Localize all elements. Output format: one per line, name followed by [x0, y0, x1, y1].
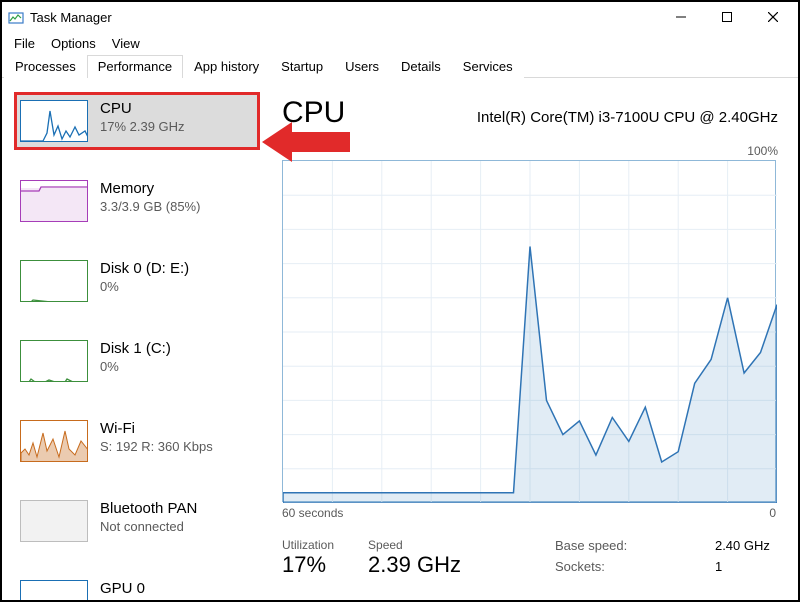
sidebar-item-sub: Intel(R) HD Graphics 620 — [100, 599, 246, 600]
sidebar-item-gpu0[interactable]: GPU 0 Intel(R) HD Graphics 620 — [16, 574, 258, 600]
gpu-thumb-icon — [20, 580, 88, 600]
stat-speed-value: 2.39 GHz — [368, 552, 461, 578]
main-panel: CPU Intel(R) Core(TM) i3-7100U CPU @ 2.4… — [262, 78, 798, 600]
sidebar-item-sub: 17% 2.39 GHz — [100, 119, 185, 134]
sidebar-item-sub: Not connected — [100, 519, 197, 534]
menu-file[interactable]: File — [6, 34, 43, 53]
sidebar-item-label: Disk 0 (D: E:) — [100, 260, 189, 277]
disk-thumb-icon — [20, 260, 88, 302]
sidebar-item-sub: 0% — [100, 279, 189, 294]
wifi-thumb-icon — [20, 420, 88, 462]
sidebar: CPU 17% 2.39 GHz Memory 3.3/3.9 GB (85%) — [2, 78, 262, 600]
bluetooth-thumb-icon — [20, 500, 88, 542]
sidebar-item-disk0[interactable]: Disk 0 (D: E:) 0% — [16, 254, 258, 308]
window-title: Task Manager — [30, 10, 112, 25]
task-manager-icon — [8, 9, 24, 25]
sidebar-item-sub: 3.3/3.9 GB (85%) — [100, 199, 200, 214]
sidebar-item-sub: S: 192 R: 360 Kbps — [100, 439, 213, 454]
sidebar-item-label: Bluetooth PAN — [100, 500, 197, 517]
menu-view[interactable]: View — [104, 34, 148, 53]
sidebar-item-label: Wi-Fi — [100, 420, 213, 437]
stat-utilization-label: Utilization — [282, 538, 334, 552]
panel-title: CPU — [282, 96, 345, 130]
tab-services[interactable]: Services — [452, 55, 524, 78]
titlebar: Task Manager — [2, 2, 798, 32]
sidebar-item-disk1[interactable]: Disk 1 (C:) 0% — [16, 334, 258, 388]
sidebar-item-label: Disk 1 (C:) — [100, 340, 171, 357]
stat-sockets-label: Sockets: — [555, 559, 645, 574]
stat-basespeed-value: 2.40 GHz — [715, 538, 770, 553]
tab-processes[interactable]: Processes — [4, 55, 87, 78]
stats-row: Utilization 17% Speed 2.39 GHz Base spee… — [282, 538, 778, 578]
stat-speed-label: Speed — [368, 538, 461, 552]
cpu-thumb-icon — [20, 100, 88, 142]
menubar: File Options View — [2, 32, 798, 54]
sidebar-item-memory[interactable]: Memory 3.3/3.9 GB (85%) — [16, 174, 258, 228]
sidebar-item-label: CPU — [100, 100, 185, 117]
cpu-model: Intel(R) Core(TM) i3-7100U CPU @ 2.40GHz — [477, 109, 778, 126]
sidebar-item-bluetooth[interactable]: Bluetooth PAN Not connected — [16, 494, 258, 548]
tab-startup[interactable]: Startup — [270, 55, 334, 78]
stat-sockets-value: 1 — [715, 559, 722, 574]
sidebar-item-label: GPU 0 — [100, 580, 246, 597]
close-button[interactable] — [750, 2, 796, 32]
disk-thumb-icon — [20, 340, 88, 382]
tabbar: Processes Performance App history Startu… — [2, 54, 798, 78]
tab-performance[interactable]: Performance — [87, 55, 183, 78]
content: CPU 17% 2.39 GHz Memory 3.3/3.9 GB (85%) — [2, 78, 798, 600]
stat-utilization-value: 17% — [282, 552, 334, 578]
tab-app-history[interactable]: App history — [183, 55, 270, 78]
stat-basespeed-label: Base speed: — [555, 538, 645, 553]
minimize-button[interactable] — [658, 2, 704, 32]
tab-users[interactable]: Users — [334, 55, 390, 78]
memory-thumb-icon — [20, 180, 88, 222]
tab-details[interactable]: Details — [390, 55, 452, 78]
chart-xaxis-right: 0 — [769, 506, 776, 520]
cpu-utilization-chart — [282, 160, 776, 502]
chart-ymax-label: 100% — [282, 144, 778, 158]
sidebar-item-sub: 0% — [100, 359, 171, 374]
maximize-button[interactable] — [704, 2, 750, 32]
sidebar-item-wifi[interactable]: Wi-Fi S: 192 R: 360 Kbps — [16, 414, 258, 468]
sidebar-item-cpu[interactable]: CPU 17% 2.39 GHz — [16, 94, 258, 148]
menu-options[interactable]: Options — [43, 34, 104, 53]
sidebar-item-label: Memory — [100, 180, 200, 197]
chart-xaxis-left: 60 seconds — [282, 506, 343, 520]
